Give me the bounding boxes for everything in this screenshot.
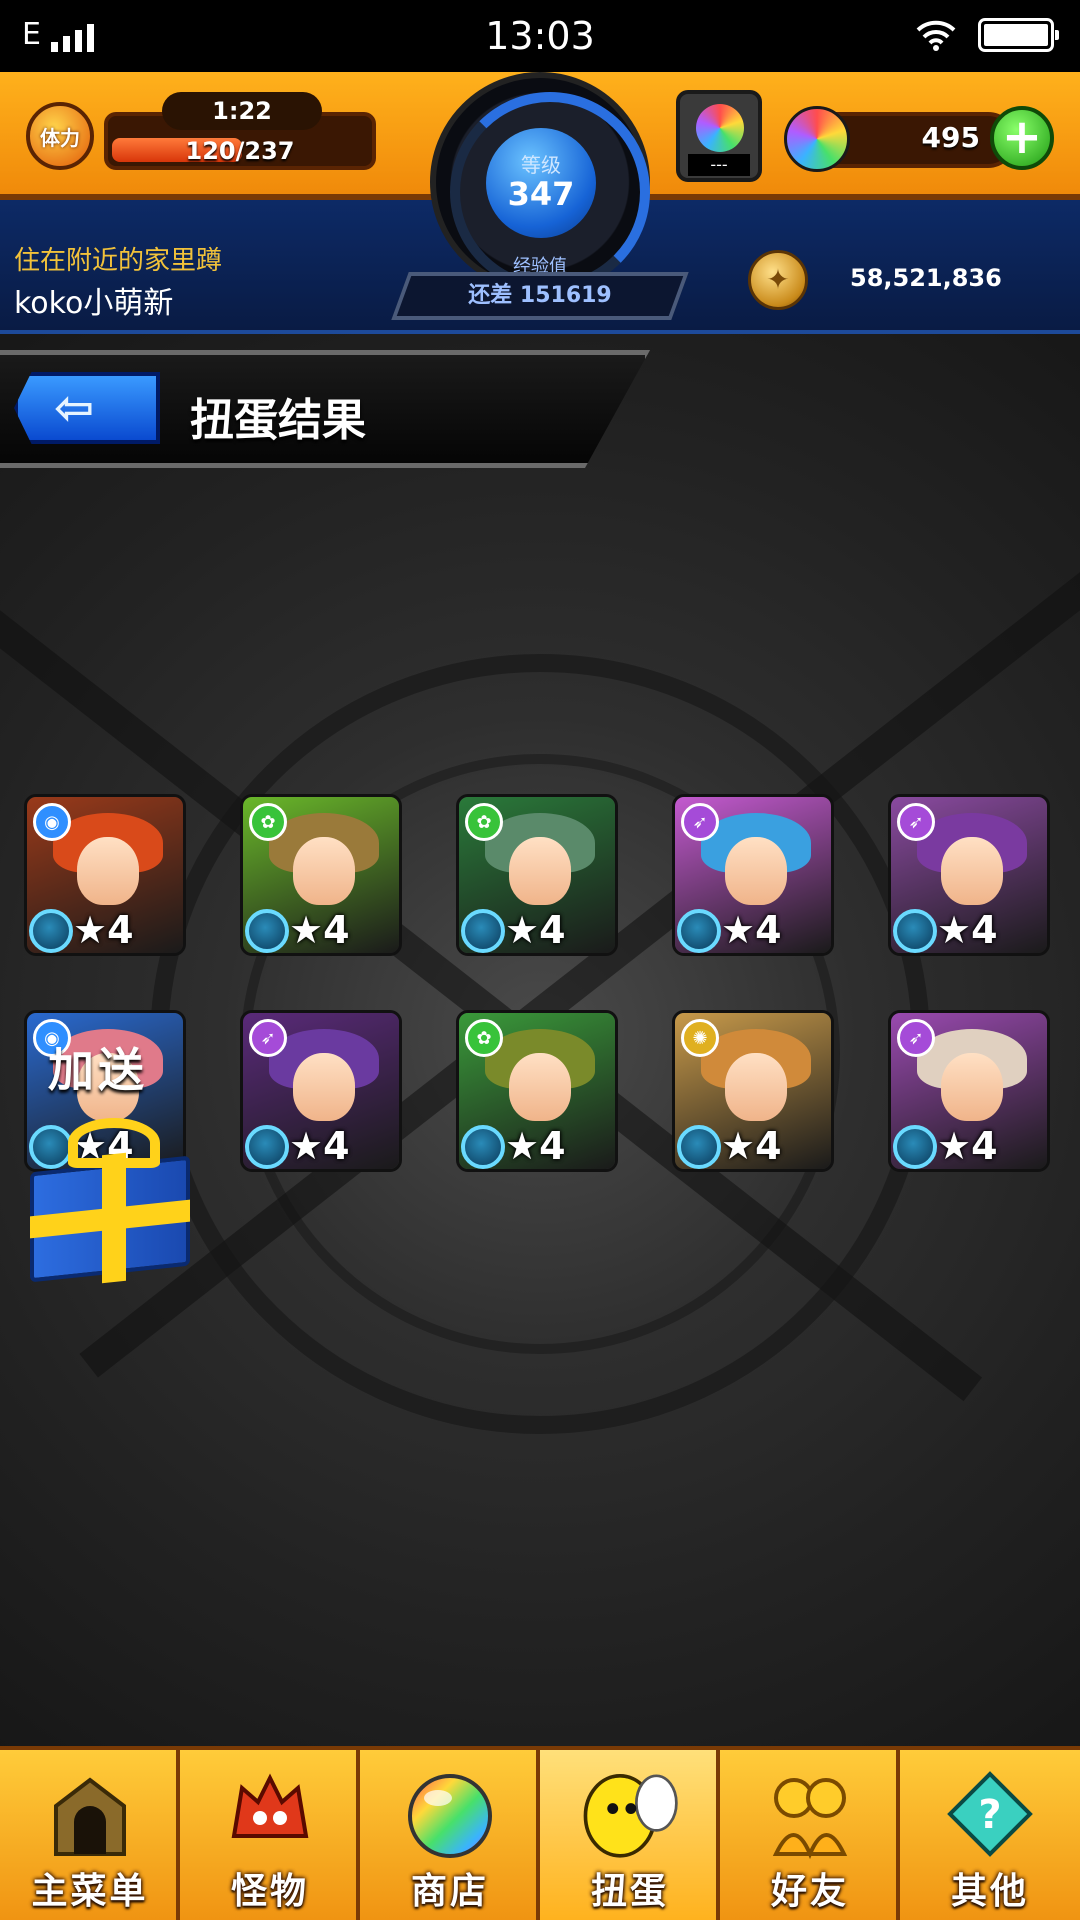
- monster-card[interactable]: ◉ ★4: [24, 794, 186, 956]
- friends-icon: [760, 1764, 860, 1864]
- gem-slot-icon: [893, 1125, 937, 1169]
- player-title: 住在附近的家里蹲: [14, 246, 223, 276]
- gem-slot-icon: [461, 909, 505, 953]
- rarity-label: ★4: [721, 1124, 782, 1168]
- back-arrow-icon: ⇦: [54, 380, 95, 436]
- orb-slot-icon: [696, 104, 744, 152]
- nav-friends[interactable]: 好友: [720, 1750, 900, 1920]
- svg-text:?: ?: [978, 1792, 1001, 1838]
- nav-label: 怪物: [230, 1871, 309, 1912]
- orb-count: 495: [921, 121, 980, 154]
- wood-element-icon: ✿: [465, 1019, 503, 1057]
- gem-slot-icon: [29, 909, 73, 953]
- stamina-timer: 1:22: [162, 92, 322, 130]
- battery-icon: [978, 18, 1059, 52]
- stamina-icon: 体力: [26, 102, 94, 170]
- nav-other[interactable]: ? 其他: [900, 1750, 1080, 1920]
- monster-card[interactable]: ✿ ★4: [240, 794, 402, 956]
- monster-card[interactable]: ✿ ★4: [456, 794, 618, 956]
- nav-label: 商店: [410, 1871, 489, 1912]
- monster-card[interactable]: ✺ ★4: [672, 1010, 834, 1172]
- light-element-icon: ✺: [681, 1019, 719, 1057]
- gift-box-icon[interactable]: [22, 1118, 192, 1284]
- nav-label: 主菜单: [31, 1871, 149, 1912]
- gem-slot-icon: [245, 1125, 289, 1169]
- nav-main-menu[interactable]: 主菜单: [0, 1750, 180, 1920]
- home-gate-icon: [40, 1764, 140, 1864]
- nav-label: 好友: [770, 1871, 849, 1912]
- monster-icon: [220, 1764, 320, 1864]
- dark-element-icon: ➶: [897, 803, 935, 841]
- level-label: 等级: [521, 153, 561, 177]
- rarity-label: ★4: [505, 1124, 566, 1168]
- level-value: 347: [507, 175, 575, 213]
- help-icon: ?: [940, 1764, 1040, 1864]
- rarity-label: ★4: [721, 908, 782, 952]
- orb-icon: [784, 106, 850, 172]
- rarity-label: ★4: [505, 908, 566, 952]
- nav-label: 其他: [950, 1871, 1029, 1912]
- results-grid: ◉ ★4 ✿ ★4 ✿ ★4 ➶ ★4 ➶ ★4 ◉ ★4 ➶ ★4 ✿ ★4 ✺ ★4 ➶ ★4: [24, 794, 1064, 1172]
- page-title: 扭蛋结果: [190, 395, 366, 446]
- exp-remaining: 还差 151619: [468, 283, 612, 308]
- rarity-label: ★4: [289, 908, 350, 952]
- gem-slot-icon: [893, 909, 937, 953]
- rarity-label: ★4: [937, 1124, 998, 1168]
- wood-element-icon: ✿: [465, 803, 503, 841]
- nav-monsters[interactable]: 怪物: [180, 1750, 360, 1920]
- wifi-icon: [916, 20, 956, 51]
- gem-slot-icon: [677, 909, 721, 953]
- game-header: 体力 1:22 120/237 等级 347 经验值 还差 151619 ---…: [0, 72, 1080, 334]
- stamina-value: 120/237: [185, 137, 295, 165]
- add-orbs-button[interactable]: +: [990, 106, 1054, 170]
- nav-gacha[interactable]: 扭蛋: [540, 1750, 720, 1920]
- orb-icon: [400, 1764, 500, 1864]
- monster-card[interactable]: ➶ ★4: [672, 794, 834, 956]
- nav-shop[interactable]: 商店: [360, 1750, 540, 1920]
- gem-slot-icon: [677, 1125, 721, 1169]
- dark-element-icon: ➶: [681, 803, 719, 841]
- monster-card[interactable]: ✿ ★4: [456, 1010, 618, 1172]
- monster-card[interactable]: ➶ ★4: [240, 1010, 402, 1172]
- gem-slot-icon: [461, 1125, 505, 1169]
- dark-element-icon: ➶: [897, 1019, 935, 1057]
- bottom-nav: 主菜单 怪物 商店 扭蛋 好友? 其他: [0, 1746, 1080, 1920]
- bonus-label: 加送: [48, 1043, 148, 1097]
- gem-slot-icon: [245, 909, 289, 953]
- player-name: koko小萌新: [14, 286, 174, 321]
- coin-icon: ✦: [748, 250, 808, 310]
- orb-slot-text: ---: [688, 154, 750, 176]
- rarity-label: ★4: [937, 908, 998, 952]
- orb-slot-button[interactable]: ---: [676, 90, 762, 182]
- level-orb: 等级 347: [486, 128, 596, 238]
- monster-card[interactable]: ➶ ★4: [888, 1010, 1050, 1172]
- status-bar: E 13:03: [0, 0, 1080, 72]
- egg-icon: [580, 1764, 680, 1864]
- water-element-icon: ◉: [33, 803, 71, 841]
- title-banner: ⇦ 扭蛋结果: [0, 350, 670, 468]
- dark-element-icon: ➶: [249, 1019, 287, 1057]
- coin-count: 58,521,836: [850, 264, 1002, 292]
- gacha-result-screen: ⇦ 扭蛋结果 ◉ ★4 ✿ ★4 ✿ ★4 ➶ ★4 ➶ ★4 ◉ ★4 ➶ ★4 ✿ ★4 ✺ ★4 ➶ ★4 加送: [0, 334, 1080, 1746]
- monster-card[interactable]: ➶ ★4: [888, 794, 1050, 956]
- wood-element-icon: ✿: [249, 803, 287, 841]
- rarity-label: ★4: [289, 1124, 350, 1168]
- nav-label: 扭蛋: [590, 1871, 669, 1912]
- rarity-label: ★4: [73, 908, 134, 952]
